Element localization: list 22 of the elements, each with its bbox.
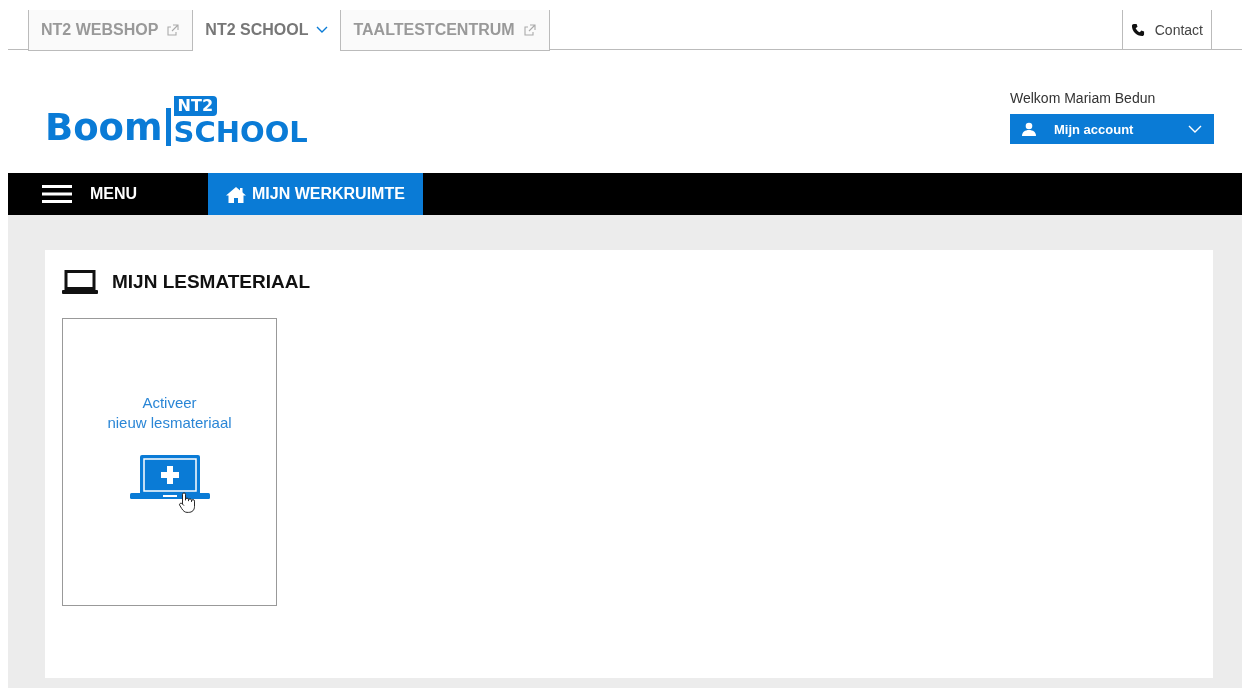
home-icon — [226, 185, 246, 203]
chevron-down-icon — [1188, 125, 1202, 133]
site-tab[interactable]: NT2 WEBSHOP — [28, 10, 193, 51]
hand-cursor-icon — [177, 491, 196, 515]
laptop-icon — [62, 270, 98, 294]
section-title: MIJN LESMATERIAAL — [112, 271, 311, 293]
user-icon — [1022, 122, 1036, 136]
phone-icon — [1130, 22, 1145, 37]
chevron-down-icon — [316, 26, 329, 34]
menu-button[interactable]: MENU — [8, 173, 208, 215]
nav-item[interactable]: MIJN WERKRUIMTE — [208, 173, 423, 215]
account-button[interactable]: Mijn account — [1010, 114, 1214, 144]
site-tab[interactable]: NT2 SCHOOL — [192, 10, 341, 51]
welcome-text: Welkom Mariam Bedun — [1010, 90, 1156, 106]
contact-link[interactable]: Contact — [1121, 10, 1212, 49]
activate-card[interactable]: Activeer nieuw lesmateriaal — [62, 318, 277, 606]
card-text: Activeer nieuw lesmateriaal — [107, 393, 232, 433]
menu-icon — [42, 185, 72, 203]
external-link-icon — [166, 23, 181, 37]
site-tab[interactable]: TAALTESTCENTRUM — [340, 10, 550, 51]
external-link-icon — [522, 23, 537, 37]
laptop-plus-icon — [129, 455, 210, 499]
